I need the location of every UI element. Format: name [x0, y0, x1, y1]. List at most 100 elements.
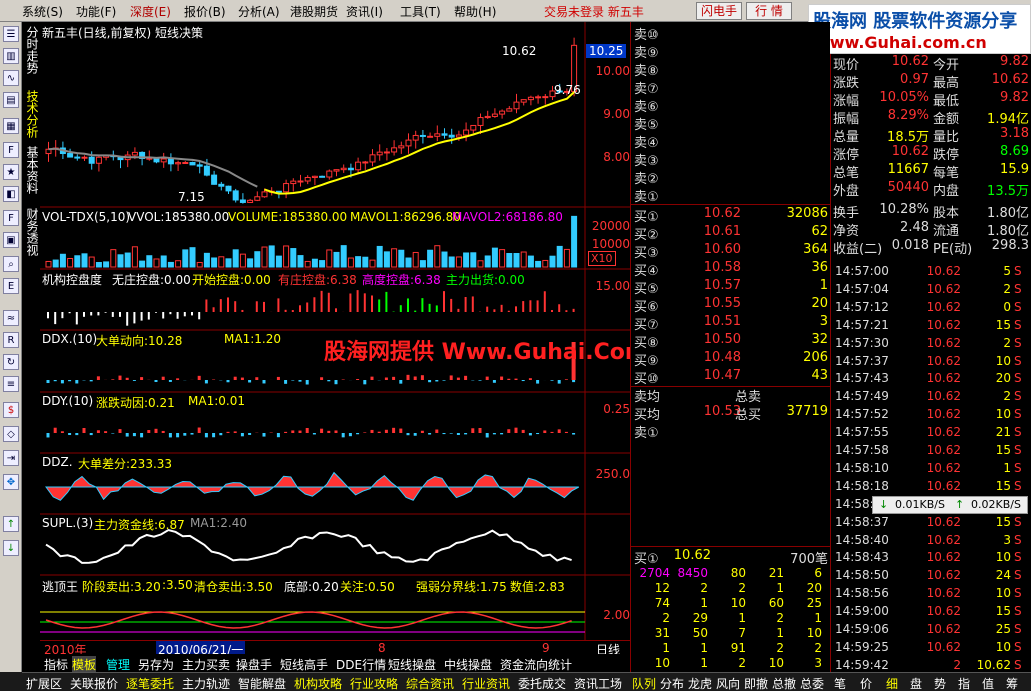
- wave-icon[interactable]: ≈: [3, 310, 19, 326]
- bid-row[interactable]: 买⑥ 10.55 20: [631, 296, 831, 315]
- bid-row[interactable]: 买⑨ 10.48 206: [631, 350, 831, 369]
- menu-tools[interactable]: 工具(T): [400, 3, 441, 20]
- tab-inst-strategy[interactable]: 机构攻略: [294, 675, 342, 691]
- detail-tab[interactable]: 盘: [910, 675, 922, 691]
- tab-trader[interactable]: 操盘手: [236, 656, 272, 673]
- bid-row[interactable]: 买⑩ 10.47 43: [631, 368, 831, 387]
- tab-short-master[interactable]: 短线高手: [280, 656, 328, 673]
- bid-row[interactable]: 买① 10.62 32086: [631, 206, 831, 225]
- ask-row[interactable]: 卖④: [631, 132, 831, 151]
- calc-icon[interactable]: ▣: [3, 232, 19, 248]
- card-icon[interactable]: ◇: [3, 426, 19, 442]
- ask-row[interactable]: 卖⑩: [631, 24, 831, 43]
- ask-row[interactable]: 卖⑧: [631, 60, 831, 79]
- detail-tab[interactable]: 筹: [1006, 675, 1018, 691]
- tick-side: S: [1014, 532, 1022, 547]
- bid-row[interactable]: 买⑧ 10.50 32: [631, 332, 831, 351]
- bid-row[interactable]: 买③ 10.60 364: [631, 242, 831, 261]
- ask-row[interactable]: 卖②: [631, 168, 831, 187]
- export-icon[interactable]: ⇥: [3, 450, 19, 466]
- menu-help[interactable]: 帮助(H): [454, 3, 496, 20]
- list-icon[interactable]: ☰: [3, 26, 19, 42]
- menu-function[interactable]: 功能(F): [76, 3, 116, 20]
- ob-sell1-queue[interactable]: 卖①: [631, 422, 831, 441]
- detail-tab[interactable]: 总撤: [772, 675, 796, 691]
- tab-ext[interactable]: 扩展区: [26, 675, 62, 691]
- f2-icon[interactable]: F: [3, 210, 19, 226]
- tab-related-quote[interactable]: 关联报价: [70, 675, 118, 691]
- tab-finance[interactable]: 财务透视: [24, 208, 39, 256]
- bar-icon[interactable]: ▤: [3, 92, 19, 108]
- bid-row[interactable]: 买⑤ 10.57 1: [631, 278, 831, 297]
- etf-icon[interactable]: E: [3, 278, 19, 294]
- menu-hk-futures[interactable]: 港股期货: [290, 3, 338, 20]
- move-icon[interactable]: ✥: [3, 474, 19, 490]
- flash-trade-button[interactable]: 闪电手: [696, 2, 742, 20]
- detail-tab[interactable]: 细: [886, 675, 898, 691]
- bid-row[interactable]: 买⑦ 10.51 3: [631, 314, 831, 333]
- tab-smart-analysis[interactable]: 智能解盘: [238, 675, 286, 691]
- detail-tab[interactable]: 指: [958, 675, 970, 691]
- volume-bar: [146, 255, 153, 268]
- tab-time-trend[interactable]: 分时走势: [24, 26, 39, 74]
- refresh-icon[interactable]: ↻: [3, 354, 19, 370]
- ask-row[interactable]: 卖⑥: [631, 96, 831, 115]
- tab-order-by-order[interactable]: 逐笔委托: [126, 675, 174, 691]
- ob-buy1-queue[interactable]: 买① 10.62 700笔: [631, 548, 831, 567]
- detail-tab[interactable]: 风向: [716, 675, 740, 691]
- detail-tab[interactable]: 队列: [632, 675, 656, 691]
- detail-tab[interactable]: 龙虎: [688, 675, 712, 691]
- down-arrow-icon[interactable]: ↓: [3, 540, 19, 556]
- dollar-icon[interactable]: $: [3, 402, 19, 418]
- tab-template[interactable]: 模板: [72, 656, 97, 673]
- news-icon[interactable]: ▦: [3, 118, 19, 134]
- search-icon[interactable]: ⌕: [3, 256, 19, 272]
- chart-icon[interactable]: ▥: [3, 48, 19, 64]
- tab-mid-op[interactable]: 中线操盘: [444, 656, 492, 673]
- chart-area[interactable]: 新五丰(日线,前复权) 短线决策 10.62 7.15 9.76 10.25 1…: [40, 22, 691, 658]
- tab-industry-strategy[interactable]: 行业攻略: [350, 675, 398, 691]
- tab-industry-info[interactable]: 行业资讯: [462, 675, 510, 691]
- tab-short-op[interactable]: 短线操盘: [388, 656, 436, 673]
- bid-row[interactable]: 买④ 10.58 36: [631, 260, 831, 279]
- ask-row[interactable]: 卖③: [631, 150, 831, 169]
- tab-indicator[interactable]: 指标: [44, 656, 68, 673]
- tab-basic-info[interactable]: 基本资料: [24, 146, 39, 194]
- detail-tab[interactable]: 笔: [834, 675, 846, 691]
- bid-row[interactable]: 买② 10.61 62: [631, 224, 831, 243]
- list2-icon[interactable]: ≡: [3, 376, 19, 392]
- detail-tab[interactable]: 势: [934, 675, 946, 691]
- up-arrow-icon[interactable]: ↑: [3, 516, 19, 532]
- ask-row[interactable]: 卖①: [631, 186, 831, 205]
- tab-save-as[interactable]: 另存为: [138, 656, 174, 673]
- ask-row[interactable]: 卖⑦: [631, 78, 831, 97]
- tab-dde[interactable]: DDE行情: [336, 656, 386, 673]
- menu-quote[interactable]: 报价(B): [184, 3, 226, 20]
- book-icon[interactable]: ◧: [3, 186, 19, 202]
- menu-depth[interactable]: 深度(E): [130, 3, 171, 20]
- tab-fund-flow[interactable]: 资金流向统计: [500, 656, 572, 673]
- star-icon[interactable]: ★: [3, 164, 19, 180]
- tab-tech-analysis[interactable]: 技术分析: [24, 90, 39, 138]
- detail-tab[interactable]: 价: [860, 675, 872, 691]
- menu-info[interactable]: 资讯(I): [346, 3, 383, 20]
- tab-main-trade[interactable]: 主力买卖: [182, 656, 230, 673]
- chart-canvas[interactable]: [40, 22, 630, 640]
- menu-analysis[interactable]: 分析(A): [238, 3, 280, 20]
- detail-tab[interactable]: 即撤: [744, 675, 768, 691]
- f10-icon[interactable]: F: [3, 142, 19, 158]
- ask-row[interactable]: 卖⑤: [631, 114, 831, 133]
- tab-manage[interactable]: 管理: [106, 656, 130, 673]
- detail-tab[interactable]: 分布: [660, 675, 684, 691]
- tab-order-deal[interactable]: 委托成交: [518, 675, 566, 691]
- tab-info-workshop[interactable]: 资讯工场: [574, 675, 622, 691]
- ask-row[interactable]: 卖⑨: [631, 42, 831, 61]
- quote-button[interactable]: 行 情: [746, 2, 792, 20]
- detail-tab[interactable]: 总委: [800, 675, 824, 691]
- menu-system[interactable]: 系统(S): [22, 3, 63, 20]
- rsi-icon[interactable]: R: [3, 332, 19, 348]
- tab-main-track[interactable]: 主力轨迹: [182, 675, 230, 691]
- tab-general-info[interactable]: 综合资讯: [406, 675, 454, 691]
- line-chart-icon[interactable]: ∿: [3, 70, 19, 86]
- detail-tab[interactable]: 值: [982, 675, 994, 691]
